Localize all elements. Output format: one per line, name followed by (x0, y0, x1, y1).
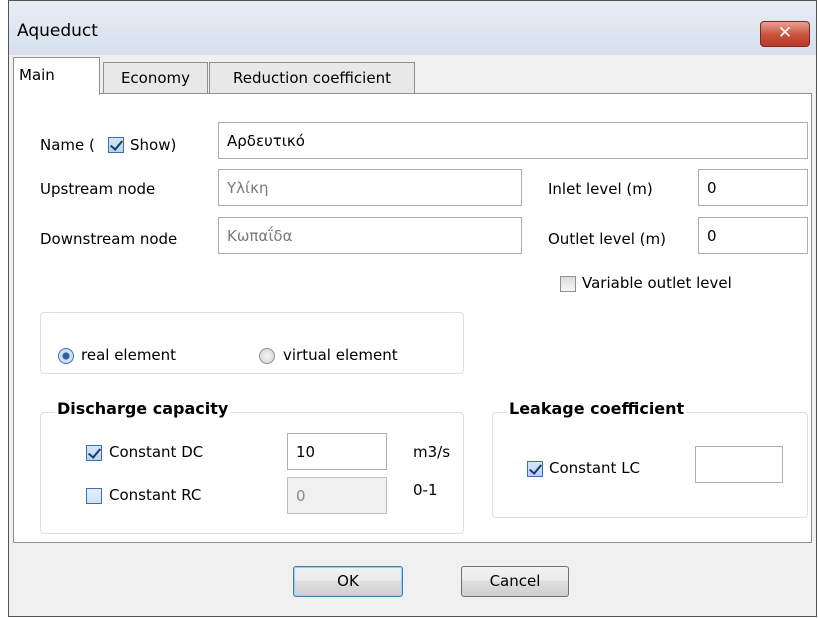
tab-economy[interactable]: Economy (103, 62, 208, 93)
discharge-capacity-title: Discharge capacity (55, 399, 231, 418)
discharge-capacity-group: Discharge capacity Constant DC 10 m3/s C… (40, 399, 464, 534)
inlet-level-label: Inlet level (m) (548, 180, 653, 198)
rc-unit-label: 0-1 (413, 481, 438, 499)
leakage-coefficient-title: Leakage coefficient (507, 399, 687, 418)
show-name-checkbox[interactable] (108, 137, 124, 153)
element-type-group: real element virtual element (40, 312, 464, 374)
constant-rc-checkbox[interactable] (86, 488, 102, 504)
constant-dc-checkbox[interactable] (86, 445, 102, 461)
window-title: Aqueduct (17, 21, 98, 41)
constant-rc-label: Constant RC (109, 486, 202, 504)
tab-reduction-coefficient[interactable]: Reduction coefficient (209, 62, 415, 93)
cancel-button[interactable]: Cancel (461, 566, 569, 597)
virtual-element-label: virtual element (283, 346, 398, 364)
show-label: Show) (130, 136, 177, 154)
name-label: Name ( (40, 136, 95, 154)
close-icon: ✕ (777, 23, 793, 43)
lc-value-input[interactable] (695, 446, 783, 483)
downstream-node-field[interactable]: Κωπαΐδα (218, 217, 522, 254)
constant-dc-label: Constant DC (109, 443, 204, 461)
main-tab-page: Name ( Show) Αρδευτικό Upstream node Υλί… (13, 93, 812, 543)
dc-value-input[interactable]: 10 (287, 433, 387, 470)
constant-lc-label: Constant LC (549, 459, 641, 477)
outlet-level-input[interactable]: 0 (698, 217, 808, 254)
close-button[interactable]: ✕ (760, 21, 810, 47)
tab-main[interactable]: Main (13, 57, 100, 95)
leakage-coefficient-group: Leakage coefficient Constant LC (492, 399, 808, 518)
dc-unit-label: m3/s (413, 443, 451, 461)
ok-button[interactable]: OK (293, 566, 403, 597)
aqueduct-dialog: Aqueduct ✕ Main Economy Reduction coeffi… (8, 0, 817, 617)
variable-outlet-label: Variable outlet level (582, 274, 732, 292)
name-input[interactable]: Αρδευτικό (218, 122, 808, 159)
title-bar[interactable]: Aqueduct ✕ (9, 1, 816, 55)
outlet-level-label: Outlet level (m) (548, 230, 666, 248)
rc-value-input[interactable]: 0 (287, 477, 387, 514)
real-element-radio[interactable] (58, 348, 74, 364)
downstream-node-label: Downstream node (40, 230, 178, 248)
upstream-node-field[interactable]: Υλίκη (218, 169, 522, 206)
real-element-label: real element (81, 346, 177, 364)
variable-outlet-checkbox[interactable] (560, 276, 576, 292)
virtual-element-radio[interactable] (259, 348, 275, 364)
constant-lc-checkbox[interactable] (527, 461, 543, 477)
inlet-level-input[interactable]: 0 (698, 169, 808, 206)
upstream-node-label: Upstream node (40, 180, 156, 198)
